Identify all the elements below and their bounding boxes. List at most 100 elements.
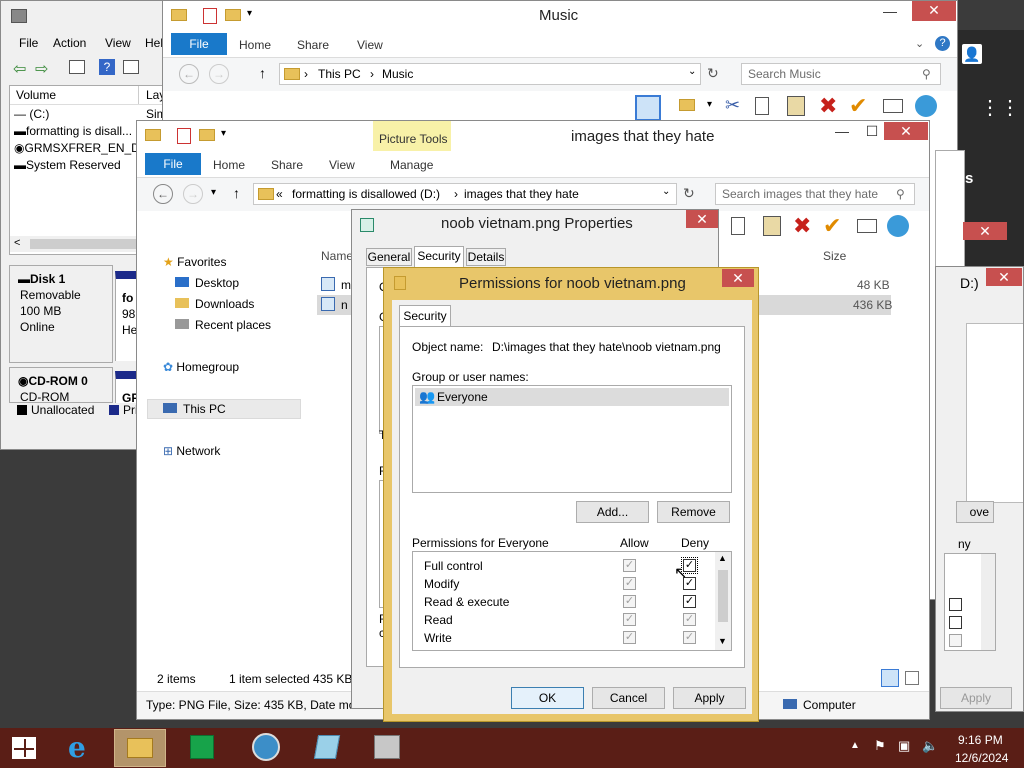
user-avatar-icon[interactable]: 👤 (962, 44, 982, 64)
address-dropdown-icon[interactable]: ⌄ (662, 186, 670, 197)
images-close-button[interactable]: ✕ (884, 122, 928, 140)
list-item[interactable]: ▬formatting is disall... (14, 124, 132, 138)
tab-manage[interactable]: Manage (390, 158, 433, 172)
nav-downloads[interactable]: Downloads (175, 297, 254, 311)
back-button[interactable]: ← (179, 64, 199, 84)
taskbar-store[interactable] (176, 729, 230, 767)
tab-home[interactable]: Home (213, 158, 245, 172)
apply-button[interactable]: Apply (940, 687, 1012, 709)
properties-quick-icon[interactable] (203, 8, 217, 24)
taskbar-notepad[interactable] (300, 729, 354, 767)
details-view-icon[interactable] (881, 669, 899, 687)
scroll-down-icon[interactable]: ▼ (718, 636, 727, 646)
search-input[interactable]: Search Music ⚲ (741, 63, 941, 85)
copy-icon[interactable] (731, 217, 745, 235)
tray-date[interactable]: 12/6/2024 (955, 751, 1008, 765)
quick-access-dropdown-icon[interactable]: ▾ (221, 128, 226, 139)
list-item[interactable]: — (C:) (14, 107, 49, 121)
refresh-button[interactable]: ↻ (683, 185, 695, 202)
nav-favorites[interactable]: ★ Favorites (163, 255, 226, 269)
properties-quick-icon[interactable] (177, 128, 191, 144)
start-button[interactable] (0, 729, 54, 767)
new-folder-icon[interactable] (225, 9, 241, 21)
rename-icon[interactable]: ✔ (849, 93, 867, 119)
tab-share[interactable]: Share (271, 158, 303, 172)
permission-list-scrollbar[interactable]: ▲ ▼ (715, 552, 731, 650)
refresh-button[interactable]: ↻ (707, 65, 719, 82)
deny-checkbox[interactable] (949, 616, 962, 629)
tab-view[interactable]: View (329, 158, 355, 172)
delete-icon[interactable]: ✖ (793, 213, 811, 239)
file-tab[interactable]: File (145, 153, 201, 175)
dropdown-icon[interactable]: ▾ (707, 99, 712, 110)
delete-icon[interactable]: ✖ (819, 93, 837, 119)
address-bar[interactable]: « formatting is disallowed (D:) › images… (253, 183, 677, 205)
column-volume[interactable]: Volume (16, 88, 56, 102)
help-icon[interactable]: ? (99, 59, 115, 75)
menu-help[interactable]: Hel (145, 36, 163, 50)
paste-icon[interactable] (787, 96, 805, 116)
nav-recent[interactable]: Recent places (175, 318, 271, 332)
permissions-close-button[interactable]: ✕ (722, 269, 754, 287)
allow-write-checkbox[interactable]: ✓ (623, 631, 636, 644)
tab-view[interactable]: View (357, 38, 383, 52)
breadcrumb-music[interactable]: Music (382, 67, 413, 81)
paste-icon[interactable] (763, 216, 781, 236)
column-size[interactable]: Size (823, 249, 846, 263)
list-item[interactable]: ◉GRMSXFRER_EN_D... (14, 141, 150, 155)
properties-close-button[interactable]: ✕ (686, 210, 718, 228)
allow-full-control-checkbox[interactable]: ✓ (623, 559, 636, 572)
deny-write-checkbox[interactable]: ✓ (683, 631, 696, 644)
deny-read-checkbox[interactable]: ✓ (683, 613, 696, 626)
cancel-button[interactable]: Cancel (592, 687, 665, 709)
breadcrumb-drive[interactable]: formatting is disallowed (D:) (292, 187, 440, 201)
breadcrumb-folder[interactable]: images that they hate (464, 187, 579, 201)
help-icon[interactable]: ? (935, 36, 950, 51)
rename-icon[interactable]: ✔ (823, 213, 841, 239)
maximize-button[interactable]: ☐ (857, 123, 887, 140)
minimize-button[interactable]: — (827, 123, 857, 139)
cdrom0-info[interactable]: ◉CD-ROM 0 CD-ROM (9, 367, 113, 404)
menu-view[interactable]: View (105, 36, 131, 50)
breadcrumb-thispc[interactable]: This PC (318, 67, 361, 81)
taskbar-internet-explorer[interactable]: e (54, 729, 108, 767)
tab-share[interactable]: Share (297, 38, 329, 52)
new-folder-icon[interactable] (199, 129, 215, 141)
network-tray-icon[interactable]: ▣ (898, 738, 910, 754)
list-icon[interactable] (123, 60, 139, 74)
up-button[interactable]: ↑ (233, 185, 240, 201)
back-arrow-icon[interactable]: ⇦ (13, 59, 26, 79)
minimize-button[interactable]: — (875, 3, 905, 19)
breadcrumb-overflow[interactable]: « (276, 187, 283, 201)
preview-pane-icon[interactable] (635, 95, 661, 121)
share-icon[interactable] (887, 215, 909, 237)
nav-desktop[interactable]: Desktop (175, 276, 239, 290)
tab-details[interactable]: Details (466, 248, 506, 266)
remove-button-fragment[interactable]: ove (956, 501, 994, 523)
music-close-button[interactable]: ✕ (912, 1, 956, 21)
volume-muted-icon[interactable]: 🔈 (922, 738, 938, 754)
quick-access-dropdown-icon[interactable]: ▾ (247, 8, 252, 19)
move-to-icon[interactable] (679, 99, 695, 111)
add-button[interactable]: Add... (576, 501, 649, 523)
allow-modify-checkbox[interactable]: ✓ (623, 577, 636, 590)
group-user-list[interactable]: 👥 Everyone (412, 385, 732, 493)
right-dialog-close-button-2[interactable]: ✕ (986, 268, 1022, 286)
scrollbar[interactable] (981, 554, 995, 650)
properties-icon[interactable] (69, 60, 85, 74)
up-button[interactable]: ↑ (259, 65, 266, 81)
share-icon[interactable] (915, 95, 937, 117)
tray-overflow-icon[interactable]: ▲ (850, 740, 860, 751)
address-bar[interactable]: › This PC › Music ⌄ (279, 63, 701, 85)
deny-checkbox[interactable] (949, 598, 962, 611)
cut-icon[interactable]: ✂ (725, 95, 740, 116)
deny-read-execute-checkbox[interactable]: ✓ (683, 595, 696, 608)
file-tab[interactable]: File (171, 33, 227, 55)
tab-general[interactable]: General (366, 248, 412, 266)
scroll-thumb[interactable] (718, 570, 728, 622)
disk1-info[interactable]: ▬Disk 1 Removable 100 MB Online (9, 265, 113, 363)
scroll-up-icon[interactable]: ▲ (718, 553, 727, 563)
list-item[interactable]: ▬System Reserved (14, 158, 121, 172)
apps-grid-icon[interactable]: ⋮⋮ (980, 98, 1020, 120)
menu-file[interactable]: File (19, 36, 38, 50)
